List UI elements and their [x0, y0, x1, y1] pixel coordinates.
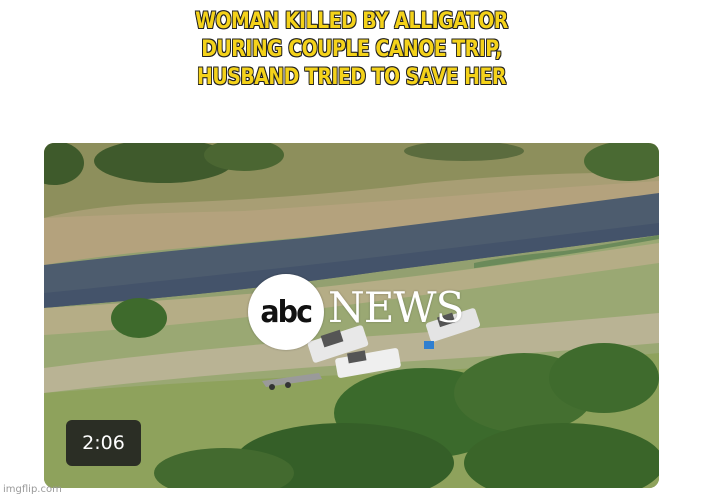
meme-caption: WOMAN KILLED BY ALLIGATOR DURING COUPLE …: [49, 8, 654, 92]
caption-line-3: HUSBAND TRIED TO SAVE HER: [197, 65, 506, 90]
caption-line-1: WOMAN KILLED BY ALLIGATOR: [195, 9, 508, 34]
abc-logo-text: abc: [260, 294, 314, 330]
abc-logo-icon: abc: [248, 274, 324, 350]
news-wordmark: NEWS: [328, 283, 464, 332]
caption-line-2: DURING COUPLE CANOE TRIP,: [201, 37, 502, 62]
imgflip-watermark: imgflip.com: [3, 484, 62, 495]
duration-badge: 2:06: [66, 420, 141, 466]
video-thumbnail[interactable]: abc NEWS 2:06: [44, 143, 659, 488]
